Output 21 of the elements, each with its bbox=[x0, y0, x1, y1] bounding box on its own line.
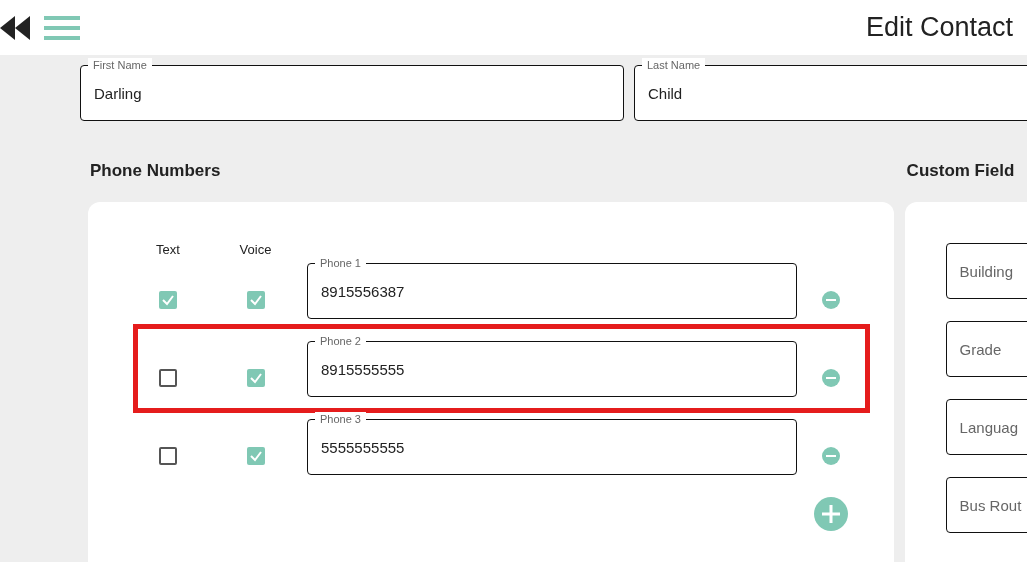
column-label: Text bbox=[155, 242, 181, 259]
menu-icon[interactable] bbox=[44, 15, 80, 40]
input-field[interactable]: Bus Rout bbox=[945, 477, 1027, 533]
column-label: Voice bbox=[238, 242, 273, 259]
input-field[interactable]: Building bbox=[945, 243, 1027, 299]
text-checkbox[interactable] bbox=[159, 447, 177, 465]
input-field[interactable]: Grade bbox=[945, 321, 1027, 377]
page-title: Edit Contact bbox=[865, 12, 1013, 43]
section-heading: Custom Field bbox=[905, 161, 1016, 181]
voice-checkbox[interactable] bbox=[246, 447, 265, 465]
section-heading: Phone Numbers bbox=[89, 161, 222, 181]
remove-icon[interactable] bbox=[822, 291, 840, 309]
remove-icon[interactable] bbox=[822, 447, 840, 465]
text-checkbox[interactable] bbox=[159, 291, 177, 309]
voice-checkbox[interactable] bbox=[246, 291, 265, 309]
text-checkbox[interactable] bbox=[159, 369, 177, 387]
remove-icon[interactable] bbox=[822, 369, 840, 387]
add-icon[interactable] bbox=[814, 497, 848, 531]
rewind-icon[interactable] bbox=[0, 15, 31, 40]
input-field[interactable]: Languag bbox=[945, 399, 1027, 455]
voice-checkbox[interactable] bbox=[246, 369, 265, 387]
